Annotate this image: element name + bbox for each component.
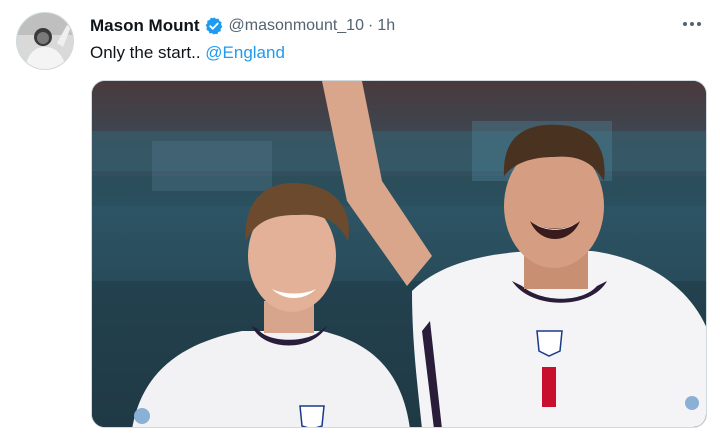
tweet-header: Mason Mount @masonmount_10 · 1h <box>90 14 395 38</box>
more-dots-icon[interactable] <box>680 14 704 34</box>
tweet-body: Only the start.. <box>90 43 206 62</box>
dot <box>697 22 701 26</box>
photo-players <box>92 81 706 427</box>
verified-badge-icon <box>204 16 224 36</box>
handle[interactable]: @masonmount_10 <box>229 17 364 35</box>
tweet-text: Only the start.. @England <box>90 43 285 63</box>
timestamp[interactable]: 1h <box>377 17 395 35</box>
dot <box>690 22 694 26</box>
avatar[interactable] <box>16 12 74 70</box>
tweet[interactable]: Mason Mount @masonmount_10 · 1h Only the… <box>0 0 720 437</box>
dot <box>683 22 687 26</box>
tweet-photo[interactable] <box>91 80 707 428</box>
display-name[interactable]: Mason Mount <box>90 16 200 36</box>
separator-dot: · <box>367 17 374 34</box>
mention-link[interactable]: @England <box>205 43 285 62</box>
